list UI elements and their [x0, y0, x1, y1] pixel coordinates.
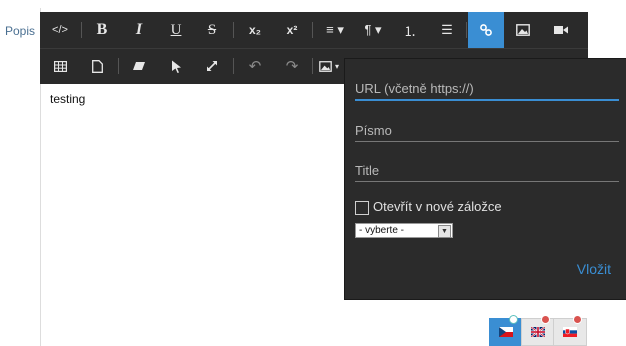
file-icon — [91, 59, 103, 73]
align-dropdown-button[interactable]: ≡ ▾ — [317, 12, 353, 48]
insert-file-button[interactable] — [80, 48, 114, 84]
link-title-input[interactable]: Title — [355, 157, 619, 182]
flag-cz-icon — [499, 327, 513, 337]
toolbar-separator — [233, 58, 234, 74]
image-icon — [319, 60, 332, 72]
bold-icon: B — [96, 21, 108, 38]
unordered-list-button[interactable]: ☰ — [430, 12, 464, 48]
image-manager-button[interactable]: ▾ — [314, 48, 344, 84]
redo-button[interactable]: ↷ — [275, 48, 309, 84]
toolbar-separator — [312, 22, 313, 38]
status-indicator — [541, 315, 550, 324]
video-icon — [554, 26, 568, 34]
italic-button[interactable]: I — [122, 12, 156, 48]
superscript-icon: x² — [286, 23, 298, 37]
image-icon — [516, 24, 530, 36]
editor-content-text[interactable]: testing — [50, 92, 85, 106]
subscript-button[interactable]: x₂ — [238, 12, 272, 48]
italic-icon: I — [135, 21, 143, 38]
insert-image-button[interactable] — [506, 12, 540, 48]
fullscreen-button[interactable] — [195, 48, 229, 84]
field-label-popis: Popis — [5, 24, 36, 38]
align-left-icon: ≡ ▾ — [326, 22, 344, 37]
superscript-button[interactable]: x² — [275, 12, 309, 48]
unordered-list-icon: ☰ — [441, 22, 453, 37]
redo-icon: ↷ — [285, 58, 299, 75]
code-view-button[interactable]: </> — [43, 12, 77, 48]
url-placeholder: URL (včetně https://) — [355, 81, 474, 96]
link-style-select[interactable]: - vyberte - ▼ — [355, 223, 453, 238]
insert-table-button[interactable] — [43, 48, 77, 84]
link-title-placeholder: Title — [355, 163, 380, 178]
toolbar-separator — [312, 58, 313, 74]
strikethrough-button[interactable]: S — [195, 12, 229, 48]
paragraph-format-button[interactable]: ¶ ▾ — [355, 12, 391, 48]
insert-link-submit-button[interactable]: Vložit — [577, 261, 611, 277]
open-new-tab-checkbox[interactable] — [355, 201, 369, 215]
link-text-input[interactable]: Písmo — [355, 117, 619, 142]
insert-link-popup: URL (včetně https://) Písmo Title Otevří… — [344, 58, 626, 300]
language-tab-sk[interactable] — [553, 315, 587, 346]
link-style-select-value: - vyberte - — [359, 225, 405, 236]
eraser-icon — [133, 62, 145, 70]
bold-button[interactable]: B — [85, 12, 119, 48]
cursor-icon — [171, 60, 181, 73]
language-tab-en[interactable] — [521, 315, 555, 346]
link-text-placeholder: Písmo — [355, 123, 392, 138]
insert-link-button[interactable] — [468, 12, 504, 48]
flag-sk-icon — [563, 327, 577, 337]
table-icon — [53, 60, 67, 72]
status-indicator — [573, 315, 582, 324]
toolbar-separator — [118, 58, 119, 74]
language-tab-cz[interactable] — [489, 315, 523, 346]
ordered-list-icon: ⒈ — [403, 23, 417, 39]
underline-button[interactable]: U — [159, 12, 193, 48]
url-input[interactable]: URL (včetně https://) — [355, 75, 619, 101]
toolbar-separator — [81, 22, 82, 38]
paragraph-icon: ¶ ▾ — [364, 22, 382, 37]
toolbar-separator — [466, 22, 467, 38]
chevron-down-icon: ▾ — [334, 61, 339, 71]
status-indicator — [509, 315, 518, 324]
expand-icon — [207, 61, 217, 71]
code-icon: </> — [52, 24, 68, 36]
undo-icon: ↶ — [248, 58, 262, 75]
undo-button[interactable]: ↶ — [238, 48, 272, 84]
strikethrough-icon: S — [207, 21, 217, 38]
toolbar-separator — [233, 22, 234, 38]
insert-video-button[interactable] — [544, 12, 578, 48]
select-all-button[interactable] — [159, 48, 193, 84]
ordered-list-button[interactable]: ⒈ — [393, 12, 427, 48]
underline-icon: U — [170, 21, 182, 38]
subscript-icon: x₂ — [248, 23, 261, 37]
flag-gb-icon — [531, 327, 545, 337]
link-icon — [480, 24, 492, 36]
clear-formatting-button[interactable] — [122, 48, 156, 84]
toolbar-row-1: </> B I U S x₂ x² ≡ ▾ ¶ ▾ ⒈ ☰ — [40, 12, 588, 49]
chevron-down-icon: ▼ — [438, 225, 451, 238]
open-new-tab-label[interactable]: Otevřít v nové záložce — [373, 199, 502, 214]
